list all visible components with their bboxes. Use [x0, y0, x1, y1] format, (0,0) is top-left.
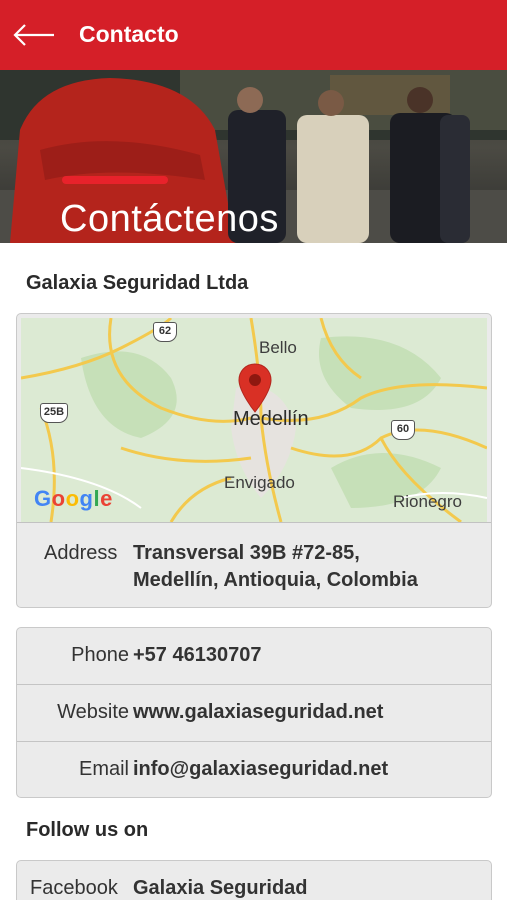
map-label-envigado: Envigado	[224, 473, 295, 492]
phone-row[interactable]: Phone +57 46130707	[17, 628, 491, 684]
follow-heading: Follow us on	[26, 819, 149, 841]
facebook-row[interactable]: Facebook Galaxia Seguridad	[17, 861, 491, 900]
contact-card: Phone +57 46130707 Website www.galaxiase…	[16, 627, 492, 798]
page-title: Contacto	[79, 21, 179, 47]
email-value[interactable]: info@galaxiaseguridad.net	[133, 758, 388, 781]
address-card: 62 25B 60 Bello Medellín Envigado Rioneg…	[16, 313, 492, 608]
website-value[interactable]: www.galaxiaseguridad.net	[133, 701, 383, 724]
map-label-bello: Bello	[259, 338, 297, 357]
website-label: Website	[57, 701, 129, 723]
phone-value[interactable]: +57 46130707	[133, 644, 261, 667]
phone-label: Phone	[71, 644, 129, 666]
social-card: Facebook Galaxia Seguridad	[16, 860, 492, 900]
divider	[17, 522, 491, 523]
map-view[interactable]: 62 25B 60 Bello Medellín Envigado Rioneg…	[21, 318, 487, 522]
address-line-1: Transversal 39B #72-85,	[133, 542, 360, 564]
route-shield-25b: 25B	[40, 403, 68, 423]
route-shield-62: 62	[153, 322, 177, 342]
facebook-value[interactable]: Galaxia Seguridad	[133, 877, 308, 900]
map-label-rionegro: Rionegro	[393, 492, 462, 511]
company-name: Galaxia Seguridad Ltda	[26, 272, 249, 294]
app-bar: Contacto	[0, 0, 507, 70]
hero-accent-bar	[62, 176, 168, 184]
address-label: Address	[44, 542, 118, 564]
route-shield-60: 60	[391, 420, 415, 440]
facebook-label: Facebook	[30, 877, 118, 899]
website-row[interactable]: Website www.galaxiaseguridad.net	[17, 684, 491, 740]
hero-banner: Contáctenos	[0, 70, 507, 243]
email-label: Email	[78, 758, 129, 780]
hero-title: Contáctenos	[60, 198, 279, 240]
address-line-2: Medellín, Antioquia, Colombia	[133, 569, 418, 591]
map-pin-icon[interactable]	[237, 362, 273, 414]
email-row[interactable]: Email info@galaxiaseguridad.net	[17, 741, 491, 797]
arrow-left-icon[interactable]	[12, 20, 56, 50]
address-row: Address Transversal 39B #72-85, Medellín…	[17, 540, 491, 600]
google-logo: Google	[34, 486, 113, 511]
